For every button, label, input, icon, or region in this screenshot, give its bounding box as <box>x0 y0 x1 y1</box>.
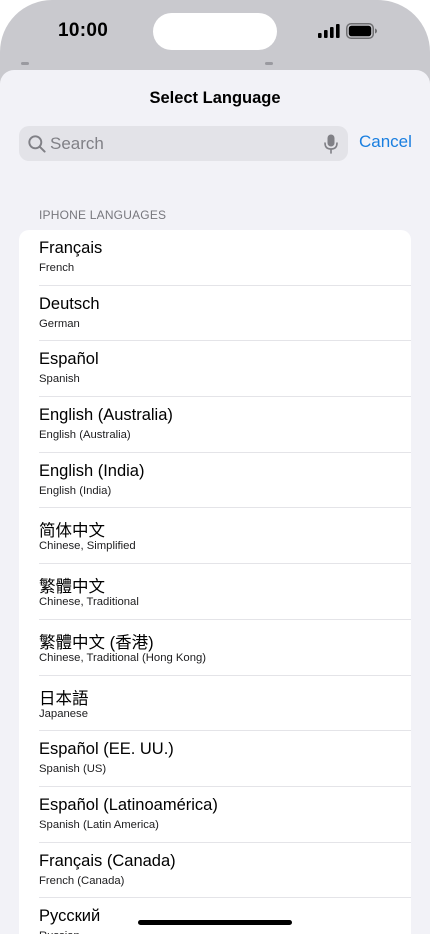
language-item[interactable]: 日本語 Japanese <box>19 676 411 732</box>
sheet-title: Select Language <box>149 89 281 107</box>
language-item[interactable]: Français (Canada) French (Canada) <box>19 843 411 899</box>
language-english-name: Spanish (Latin America) <box>39 818 159 831</box>
language-english-name: German <box>39 317 80 330</box>
language-native-name: Español <box>39 350 99 369</box>
status-bar: 10:00 <box>0 0 430 62</box>
status-time: 10:00 <box>58 20 109 41</box>
language-english-name: Chinese, Traditional <box>39 596 139 609</box>
language-item[interactable]: 简体中文 Chinese, Simplified <box>19 508 411 565</box>
language-item[interactable]: 繁體中文 Chinese, Traditional <box>19 564 411 620</box>
language-item[interactable]: Deutsch German <box>19 286 411 342</box>
language-native-name: 繁體中文 <box>39 578 105 597</box>
language-native-name: Русский <box>39 907 101 926</box>
language-english-name: English (India) <box>39 484 112 497</box>
section-header-iphone-languages: IPHONE LANGUAGES <box>39 208 167 222</box>
cancel-button[interactable]: Cancel <box>359 132 412 152</box>
phone-screen: 10:00 Select Language Search Cancel IPHO… <box>0 0 430 934</box>
language-item[interactable]: Русский Russian <box>19 898 411 934</box>
select-language-sheet: Select Language Cancel IPHONE LANGUAGES … <box>0 70 430 934</box>
microphone-icon[interactable] <box>324 134 338 154</box>
language-native-name: Français (Canada) <box>39 851 176 870</box>
battery-icon <box>346 23 377 39</box>
language-item[interactable]: 繁體中文 (香港) Chinese, Traditional (Hong Kong… <box>19 620 411 676</box>
search-input[interactable] <box>50 126 320 161</box>
language-native-name: English (India) <box>39 461 145 480</box>
language-item[interactable]: Español (Latinoamérica) Spanish (Latin Am… <box>19 787 411 843</box>
language-english-name: Japanese <box>39 707 88 720</box>
language-english-name: French (Canada) <box>39 874 125 887</box>
language-item[interactable]: Español (EE. UU.) Spanish (US) <box>19 731 411 787</box>
language-english-name: Chinese, Traditional (Hong Kong) <box>39 651 207 664</box>
language-native-name: Español (Latinoamérica) <box>39 795 218 814</box>
language-native-name: Français <box>39 239 103 257</box>
language-native-name: Español (EE. UU.) <box>39 740 174 759</box>
language-english-name: Chinese, Simplified <box>39 540 136 553</box>
background-page-hint <box>265 62 273 65</box>
language-item[interactable]: English (Australia) English (Australia) <box>19 397 411 453</box>
search-icon <box>28 135 46 153</box>
language-english-name: Spanish (US) <box>39 763 107 776</box>
language-english-name: French <box>39 262 75 274</box>
cellular-signal-icon <box>318 24 340 38</box>
language-list: Français French Deutsch German Español Spanis… <box>19 230 411 934</box>
background-page-hint <box>21 62 29 65</box>
language-item[interactable]: English (India) English (India) <box>19 453 411 509</box>
language-item[interactable]: Español Spanish <box>19 341 411 398</box>
language-native-name: Deutsch <box>39 294 100 313</box>
language-native-name: 繁體中文 (香港) <box>39 633 154 652</box>
language-english-name: Russian <box>39 930 80 934</box>
language-english-name: English (Australia) <box>39 429 131 442</box>
language-english-name: Spanish <box>39 373 80 386</box>
language-native-name: English (Australia) <box>39 406 173 425</box>
language-item[interactable]: Français French <box>19 230 411 286</box>
language-native-name: 日本語 <box>39 689 89 708</box>
dynamic-island <box>153 13 277 50</box>
search-bar[interactable] <box>19 126 348 161</box>
home-indicator[interactable] <box>138 920 292 925</box>
language-native-name: 简体中文 <box>39 522 105 541</box>
